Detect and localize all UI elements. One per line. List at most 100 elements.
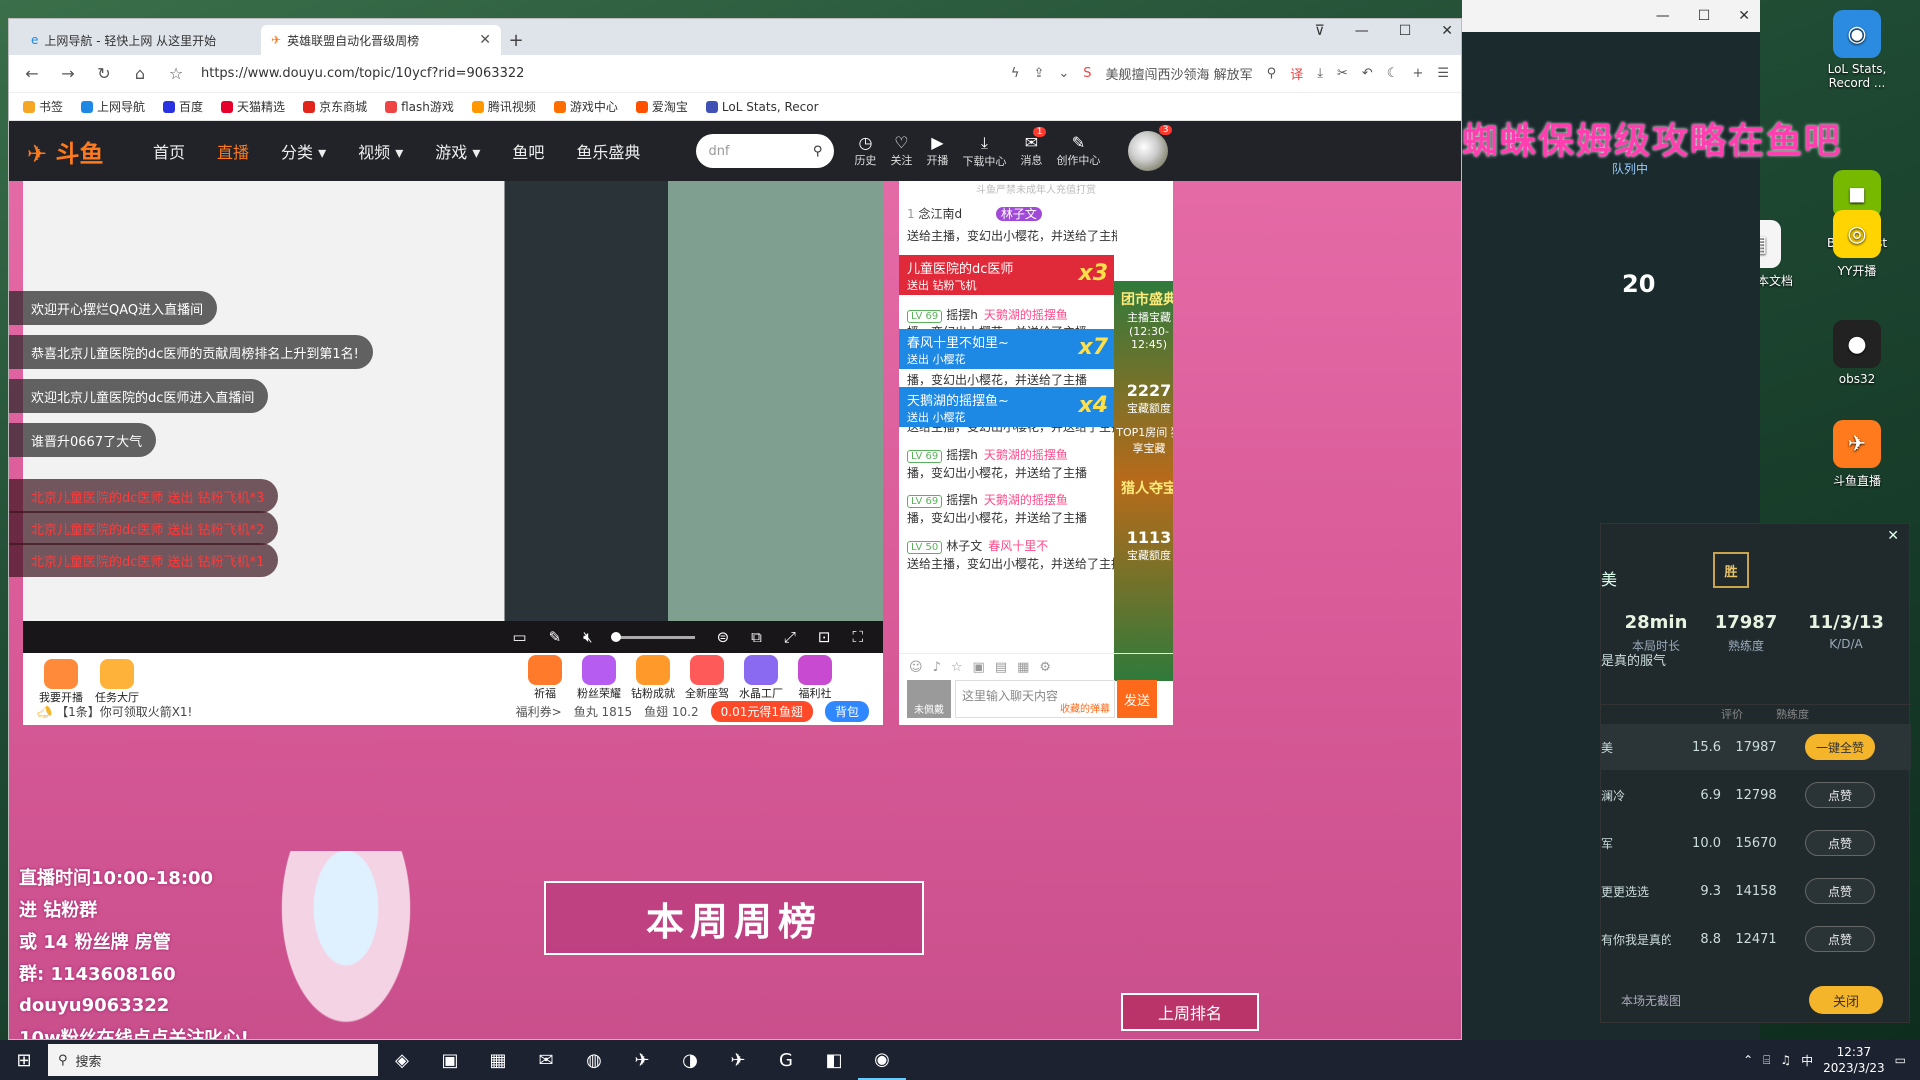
player-right-button[interactable]: 粉丝荣耀 bbox=[571, 655, 627, 701]
search-icon[interactable]: ⚲ bbox=[813, 144, 823, 159]
desktop-icon[interactable]: ◎ YY开播 bbox=[1812, 210, 1902, 279]
player-right-button[interactable]: 祈福 bbox=[517, 655, 573, 701]
desktop-icon[interactable]: ● obs32 bbox=[1812, 320, 1902, 386]
taskbar-search[interactable]: ⚲ 搜索 bbox=[48, 1044, 378, 1076]
pip-icon[interactable]: ⧉ bbox=[751, 628, 762, 646]
fullscreen-icon[interactable]: ⛶ bbox=[852, 628, 863, 646]
theater-icon[interactable]: ⊡ bbox=[818, 628, 831, 646]
close-icon[interactable]: ✕ bbox=[479, 32, 491, 48]
chat-user[interactable]: 播 bbox=[907, 511, 919, 525]
chat-user[interactable]: 送给主播 bbox=[907, 557, 955, 571]
like-all-button[interactable]: 一键全赞 bbox=[1805, 734, 1875, 760]
player-left-button[interactable]: 我要开播 bbox=[33, 659, 89, 705]
like-button[interactable]: 点赞 bbox=[1805, 830, 1875, 856]
bookmark[interactable]: 京东商城 bbox=[303, 98, 367, 115]
clock[interactable]: 12:37 2023/3/23 bbox=[1823, 1044, 1885, 1076]
badge-not-worn[interactable]: 未佩戴 bbox=[907, 680, 951, 718]
rocket-notice[interactable]: 📣︎ 【1条】你可领取火箭X1! bbox=[37, 703, 192, 720]
chevron-up-icon[interactable]: ⌃ bbox=[1743, 1053, 1753, 1067]
chat-user[interactable]: 播 bbox=[907, 373, 919, 387]
horn-icon[interactable]: ♪ bbox=[933, 660, 941, 675]
volume-icon[interactable]: ♫ bbox=[1780, 1053, 1791, 1067]
taskbar-app-icon[interactable]: ◈ bbox=[378, 1040, 426, 1080]
search-icon[interactable]: ⚲ bbox=[1267, 66, 1277, 81]
volume-slider[interactable] bbox=[610, 631, 695, 642]
welfare-link[interactable]: 福利券> bbox=[516, 703, 562, 720]
plus-icon[interactable]: + bbox=[1412, 66, 1423, 81]
bag-button[interactable]: 背包 bbox=[824, 701, 869, 722]
nav-item[interactable]: 鱼乐盛典 bbox=[576, 139, 640, 163]
taskbar-app-icon[interactable]: ✉ bbox=[522, 1040, 570, 1080]
chat-user[interactable]: 摇摆h bbox=[946, 493, 978, 507]
player-right-button[interactable]: 福利社 bbox=[787, 655, 843, 701]
settings-icon[interactable]: ⚙ bbox=[1039, 660, 1051, 675]
player-right-button[interactable]: 全新座驾 bbox=[679, 655, 735, 701]
bookmark[interactable]: 天猫精选 bbox=[221, 98, 285, 115]
nav-item[interactable]: 直播 bbox=[217, 139, 249, 163]
ime-indicator[interactable]: 中 bbox=[1801, 1052, 1813, 1069]
chat-user[interactable]: 送给主播 bbox=[907, 229, 955, 243]
taskbar-app-icon[interactable]: ✈ bbox=[714, 1040, 762, 1080]
saved-danmu[interactable]: 收藏的弹幕 bbox=[1060, 700, 1110, 715]
forward-icon[interactable]: → bbox=[57, 64, 79, 83]
user-avatar[interactable]: 3 bbox=[1128, 125, 1173, 171]
url-input[interactable]: https://www.douyu.com/topic/10ycf?rid=90… bbox=[201, 66, 881, 81]
bookmark[interactable]: flash游戏 bbox=[385, 98, 454, 115]
douyu-logo[interactable]: ✈ 斗鱼 bbox=[27, 134, 137, 169]
chat-user[interactable]: 林子文 bbox=[946, 539, 982, 553]
menu-icon[interactable]: ☰ bbox=[1437, 66, 1449, 81]
chat-user[interactable]: 摇摆h bbox=[946, 308, 978, 322]
bookmark[interactable]: 游戏中心 bbox=[553, 98, 618, 115]
header-tool[interactable]: ♡ 关注 bbox=[890, 133, 912, 169]
home-icon[interactable]: ⌂ bbox=[129, 64, 151, 83]
mute-icon[interactable]: 🔇︎ bbox=[583, 628, 592, 646]
nav-item[interactable]: 游戏 ▾ bbox=[435, 139, 480, 163]
chevron-down-icon[interactable]: ⌄ bbox=[1058, 66, 1069, 81]
reload-icon[interactable]: ↻ bbox=[93, 64, 115, 83]
first-user[interactable]: 念江南d bbox=[918, 207, 962, 221]
bookmark[interactable]: 腾讯视频 bbox=[471, 98, 536, 115]
header-tool[interactable]: ▶ 开播 bbox=[926, 133, 948, 169]
image-icon[interactable]: ▤ bbox=[995, 660, 1007, 675]
tab[interactable]: e 上网导航 - 轻快上网 从这里开始 bbox=[21, 25, 261, 55]
video-player[interactable]: ▭ ✎ 🔇︎ ⊜ ⧉ ⤢ ⊡ ⛶ bbox=[23, 181, 883, 653]
player-left-button[interactable]: 任务大厅 bbox=[89, 659, 145, 705]
widescreen-icon[interactable]: ⤢ bbox=[784, 628, 796, 646]
bookmark[interactable]: 书签 bbox=[23, 98, 63, 115]
header-tool[interactable]: ✉ 消息 1 bbox=[1020, 127, 1047, 169]
pin-icon[interactable]: ⊽ bbox=[1314, 23, 1324, 39]
lightning-icon[interactable]: ϟ bbox=[1011, 66, 1020, 81]
notification-icon[interactable]: ▭ bbox=[1895, 1053, 1906, 1067]
desktop-icon[interactable]: ✈ 斗鱼直播 bbox=[1812, 420, 1902, 489]
back-icon[interactable]: ← bbox=[21, 64, 43, 83]
search-input[interactable]: dnf ⚲ bbox=[696, 134, 835, 168]
nav-item[interactable]: 视频 ▾ bbox=[358, 139, 403, 163]
minimize-icon[interactable]: — bbox=[1355, 23, 1369, 39]
star-icon[interactable]: ☆ bbox=[951, 660, 963, 675]
last-week-ranking-button[interactable]: 上周排名 bbox=[1121, 993, 1259, 1031]
gift-icon[interactable]: ▣ bbox=[973, 660, 985, 675]
taskbar-app-icon[interactable]: ◍ bbox=[570, 1040, 618, 1080]
send-button[interactable]: 发送 bbox=[1117, 680, 1157, 718]
moon-icon[interactable]: ☾ bbox=[1387, 66, 1399, 81]
header-tool[interactable]: ✎ 创作中心 bbox=[1056, 133, 1100, 169]
header-tool[interactable]: ⤓ 下载中心 bbox=[962, 133, 1006, 169]
close-icon[interactable]: ✕ bbox=[1738, 8, 1750, 24]
maximize-icon[interactable]: ☐ bbox=[1399, 23, 1412, 39]
like-button[interactable]: 点赞 bbox=[1805, 878, 1875, 904]
windows-start-icon[interactable]: ⊞ bbox=[0, 1050, 48, 1071]
player-right-button[interactable]: 钻粉成就 bbox=[625, 655, 681, 701]
undo-icon[interactable]: ↶ bbox=[1362, 66, 1373, 81]
close-icon[interactable]: ✕ bbox=[1887, 528, 1899, 544]
minimize-icon[interactable]: — bbox=[1656, 8, 1670, 24]
star-icon[interactable]: ☆ bbox=[165, 64, 187, 83]
search-engine-icon[interactable]: S bbox=[1083, 66, 1091, 81]
maximize-icon[interactable]: ☐ bbox=[1698, 8, 1711, 24]
taskbar-app-icon[interactable]: ◑ bbox=[666, 1040, 714, 1080]
new-tab-button[interactable]: + bbox=[501, 25, 531, 55]
bookmark[interactable]: 爱淘宝 bbox=[635, 98, 688, 115]
download-icon[interactable]: ⤓ bbox=[1317, 66, 1323, 81]
card-icon[interactable]: ▦ bbox=[1017, 660, 1029, 675]
scissors-icon[interactable]: ✂ bbox=[1337, 66, 1348, 81]
close-button[interactable]: 关闭 bbox=[1809, 986, 1883, 1014]
